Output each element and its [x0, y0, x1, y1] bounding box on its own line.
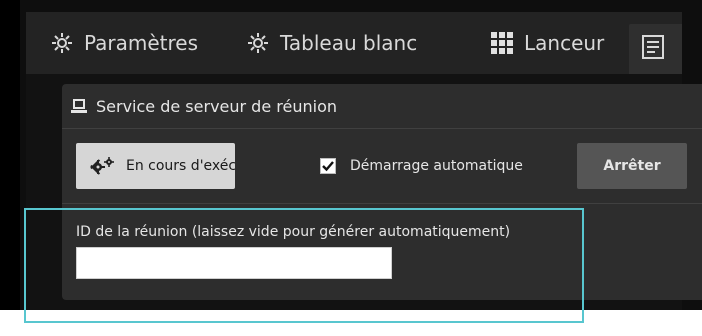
tab-active-partial[interactable]	[629, 24, 682, 74]
panel-header-divider	[62, 128, 702, 129]
service-status-button[interactable]: En cours d'exécuti	[76, 143, 235, 189]
panel-controls-divider	[62, 203, 702, 204]
gears-icon	[90, 156, 116, 176]
launcher-grid-icon	[490, 31, 514, 55]
tab-tableau-blanc[interactable]: Tableau blanc	[246, 28, 417, 58]
panel-header: Service de serveur de réunion	[62, 84, 702, 128]
settings-icon	[50, 31, 74, 55]
checkbox-checked[interactable]	[320, 158, 336, 174]
tab-label: Paramètres	[84, 31, 199, 55]
tab-lanceur[interactable]: Lanceur	[490, 28, 604, 58]
tab-label: Lanceur	[524, 31, 605, 55]
whiteboard-icon	[246, 31, 270, 55]
tab-label: Tableau blanc	[280, 31, 418, 55]
meeting-id-input[interactable]	[76, 247, 392, 279]
tab-parametres[interactable]: Paramètres	[50, 28, 198, 58]
panel-title: Service de serveur de réunion	[96, 96, 337, 116]
left-border	[0, 0, 20, 310]
tab-bar: Paramètres Tableau blanc Lanceur	[26, 12, 682, 74]
autostart-checkbox[interactable]: Démarrage automatique	[320, 143, 523, 189]
screenshot-stage: Paramètres Tableau blanc Lanceur Service…	[0, 0, 702, 336]
server-icon	[70, 98, 88, 114]
document-icon	[641, 33, 671, 65]
stop-button[interactable]: Arrêter	[577, 143, 687, 189]
service-status-label: En cours d'exécuti	[126, 158, 235, 174]
meeting-id-label: ID de la réunion (laissez vide pour géné…	[76, 224, 511, 240]
autostart-label: Démarrage automatique	[350, 158, 523, 174]
